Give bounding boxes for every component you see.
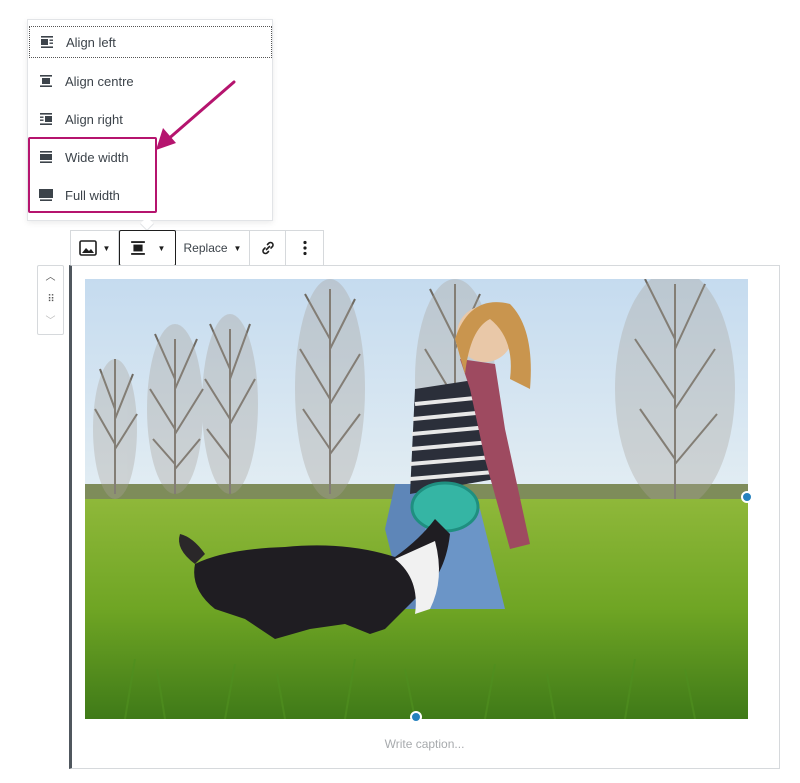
menu-item-label: Wide width bbox=[65, 149, 129, 165]
caret-down-icon: ▼ bbox=[102, 243, 111, 253]
align-left-icon bbox=[41, 36, 53, 48]
align-center-icon bbox=[40, 75, 52, 87]
link-icon bbox=[261, 241, 274, 255]
image-icon bbox=[78, 240, 97, 256]
resize-handle-right[interactable] bbox=[741, 491, 753, 503]
more-options-button[interactable] bbox=[286, 231, 323, 265]
align-center-icon bbox=[130, 241, 145, 255]
menu-item-label: Full width bbox=[65, 187, 120, 203]
move-up-icon[interactable]: ︿ bbox=[46, 270, 56, 286]
caret-down-icon: ▼ bbox=[157, 243, 166, 253]
full-width-icon bbox=[39, 189, 53, 201]
link-button[interactable] bbox=[250, 231, 286, 265]
menu-item-label: Align centre bbox=[65, 73, 134, 89]
alignment-dropdown: Align left Align centre Align right Wide… bbox=[27, 19, 273, 221]
move-down-icon[interactable]: ﹀ bbox=[46, 314, 56, 330]
alignment-button[interactable]: ▼ bbox=[119, 230, 176, 266]
caption-input[interactable]: Write caption... bbox=[69, 737, 780, 751]
editor-canvas: Align left Align centre Align right Wide… bbox=[0, 0, 800, 783]
resize-handle-bottom[interactable] bbox=[410, 711, 422, 723]
more-vertical-icon bbox=[302, 240, 307, 256]
block-mover: ︿ ⠿ ﹀ bbox=[37, 265, 64, 335]
menu-item-label: Align right bbox=[65, 111, 123, 127]
menu-item-align-left[interactable]: Align left bbox=[29, 26, 272, 58]
replace-label: Replace bbox=[183, 241, 228, 255]
menu-item-wide-width[interactable]: Wide width bbox=[29, 141, 272, 173]
caret-down-icon: ▼ bbox=[233, 243, 242, 253]
menu-item-full-width[interactable]: Full width bbox=[29, 179, 272, 211]
wide-width-icon bbox=[40, 151, 52, 163]
menu-item-label: Align left bbox=[66, 34, 116, 50]
image-photo[interactable] bbox=[85, 279, 748, 719]
block-toolbar: ▼ ▼ Replace ▼ bbox=[70, 230, 324, 266]
menu-item-align-right[interactable]: Align right bbox=[29, 103, 272, 135]
block-type-button[interactable]: ▼ bbox=[71, 231, 119, 265]
menu-item-align-centre[interactable]: Align centre bbox=[29, 65, 272, 97]
replace-button[interactable]: Replace ▼ bbox=[176, 231, 250, 265]
align-right-icon bbox=[40, 113, 52, 125]
drag-handle-icon[interactable]: ⠿ bbox=[47, 292, 54, 308]
